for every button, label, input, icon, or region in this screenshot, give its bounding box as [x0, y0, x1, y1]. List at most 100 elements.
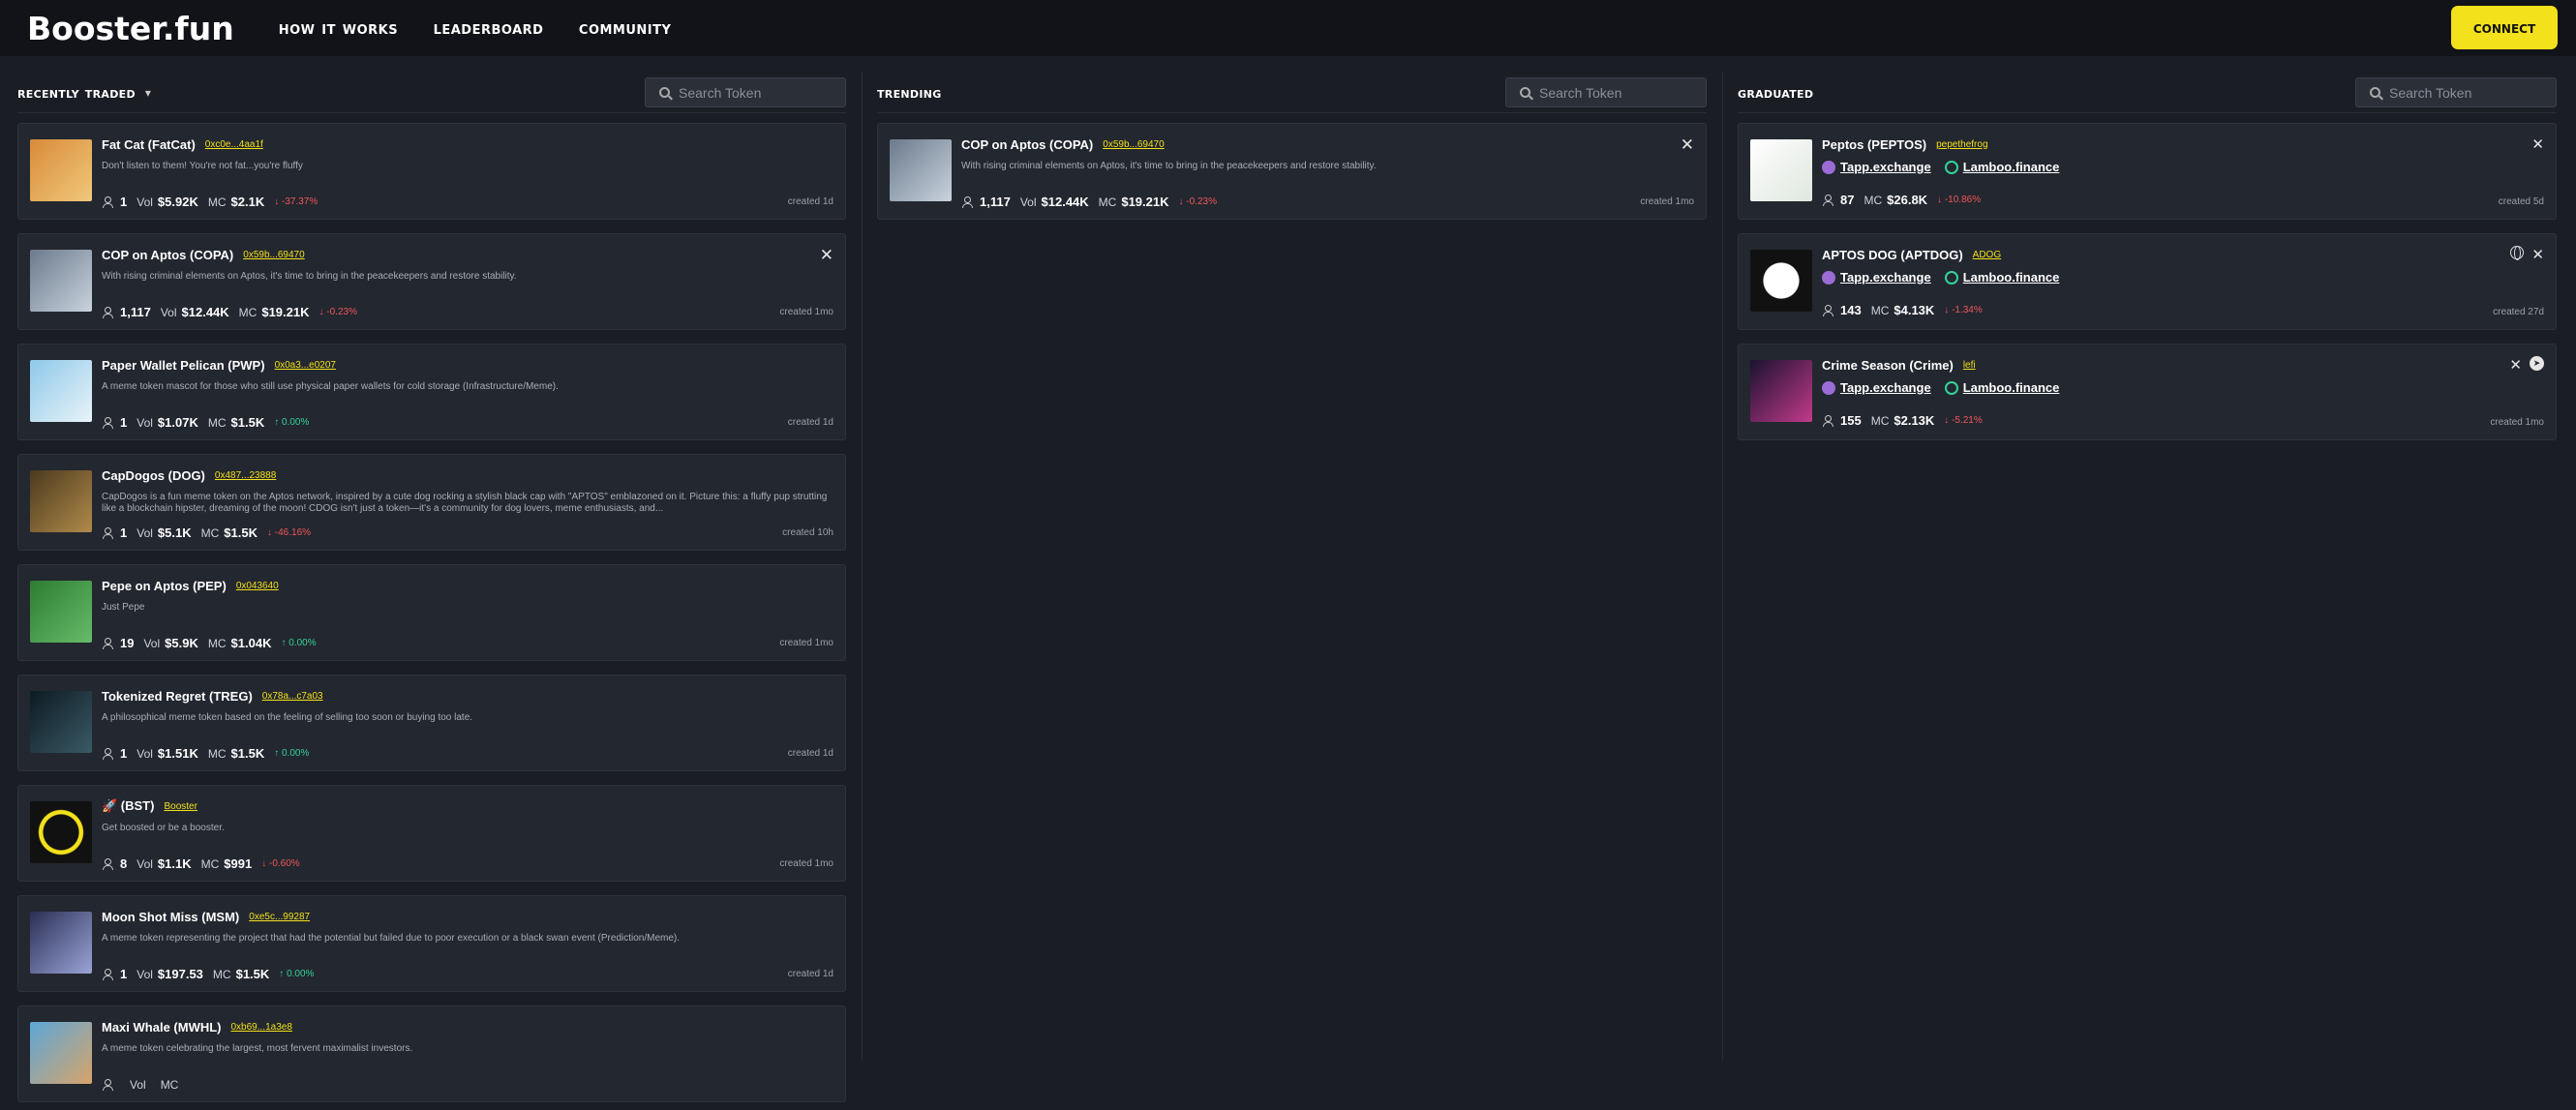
lamboo-finance-link[interactable]: Lamboo.finance — [1963, 380, 2060, 395]
search-input[interactable]: Search Token — [2355, 77, 2557, 107]
token-card[interactable]: Paper Wallet Pelican (PWP) 0x0a3...e0207 … — [17, 344, 846, 440]
token-name[interactable]: Crime Season (Crime) — [1822, 358, 1954, 373]
token-address-link[interactable]: Booster — [164, 801, 197, 812]
volume-value: $1.07K — [157, 415, 198, 430]
search-icon — [1520, 87, 1530, 98]
chevron-down-icon[interactable]: ▾ — [145, 86, 151, 100]
lamboo-finance-link[interactable]: Lamboo.finance — [1963, 160, 2060, 174]
search-icon — [659, 87, 670, 98]
mc-label: MC — [207, 415, 227, 430]
token-name[interactable]: Moon Shot Miss (MSM) — [102, 910, 239, 924]
tapp-exchange-link[interactable]: Tapp.exchange — [1840, 160, 1931, 174]
token-address-link[interactable]: pepethefrog — [1936, 139, 1987, 150]
recently-traded-title[interactable]: recently traded ▾ — [17, 83, 151, 102]
market-cap-value: $2.1K — [230, 195, 265, 209]
token-name[interactable]: Tokenized Regret (TREG) — [102, 689, 253, 704]
token-card[interactable]: APTOS DOG (APTDOG) ADOG Tapp.exchange Lam… — [1738, 233, 2557, 330]
x-twitter-icon[interactable]: ✕ — [2531, 246, 2544, 263]
token-name[interactable]: Fat Cat (FatCat) — [102, 137, 196, 152]
token-address-link[interactable]: 0x0a3...e0207 — [275, 360, 336, 371]
token-card[interactable]: Crime Season (Crime) lefi Tapp.exchange L… — [1738, 344, 2557, 440]
token-stats: 155 MC $2.13K ↓ -5.21% — [1822, 413, 1983, 428]
holders-icon — [102, 747, 113, 760]
token-card[interactable]: Moon Shot Miss (MSM) 0xe5c...99287 A meme… — [17, 895, 846, 992]
connect-button[interactable]: connect — [2451, 6, 2558, 49]
tapp-exchange-link[interactable]: Tapp.exchange — [1840, 380, 1931, 395]
token-description: A meme token mascot for those who still … — [102, 381, 559, 392]
token-info: Peptos (PEPTOS) pepethefrog Tapp.exchange… — [1822, 135, 2544, 174]
token-address-link[interactable]: 0x487...23888 — [215, 470, 276, 481]
token-address-link[interactable]: 0x043640 — [236, 581, 279, 591]
graduated-column: graduated Search Token Peptos (PEPTOS) pe… — [1738, 73, 2557, 454]
column-header: graduated Search Token — [1738, 73, 2557, 113]
mc-label: MC — [207, 746, 227, 761]
token-card[interactable]: COP on Aptos (COPA) 0x59b...69470 With ri… — [17, 233, 846, 330]
token-address-link[interactable]: 0xe5c...99287 — [249, 912, 310, 922]
market-cap-value: $1.5K — [235, 967, 270, 981]
tapp-exchange-icon — [1822, 160, 1835, 174]
holders-count: 1 — [120, 195, 128, 209]
holders-count: 1 — [120, 525, 128, 540]
x-twitter-icon[interactable]: ✕ — [2509, 356, 2522, 374]
token-name[interactable]: CapDogos (DOG) — [102, 468, 205, 483]
vol-label: Vol — [136, 415, 153, 430]
token-name[interactable]: Peptos (PEPTOS) — [1822, 137, 1926, 152]
search-input[interactable]: Search Token — [645, 77, 846, 107]
token-stats: 1,117 Vol $12.44K MC $19.21K ↓ -0.23% — [102, 305, 357, 319]
token-card[interactable]: Peptos (PEPTOS) pepethefrog Tapp.exchange… — [1738, 123, 2557, 220]
mc-label: MC — [160, 1078, 179, 1092]
token-name[interactable]: 🚀 (BST) — [102, 798, 154, 814]
nav-community[interactable]: community — [579, 18, 672, 39]
token-name[interactable]: APTOS DOG (APTDOG) — [1822, 248, 1963, 262]
token-image — [890, 139, 952, 201]
token-name[interactable]: Pepe on Aptos (PEP) — [102, 579, 227, 593]
token-description: A meme token celebrating the largest, mo… — [102, 1043, 413, 1054]
telegram-icon[interactable]: ➤ — [2530, 356, 2544, 371]
token-info: COP on Aptos (COPA) 0x59b...69470 With ri… — [102, 246, 833, 283]
price-change: ↑ 0.00% — [274, 417, 310, 428]
token-address-link[interactable]: 0xc0e...4aa1f — [205, 139, 263, 150]
volume-value: $197.53 — [157, 967, 203, 981]
token-name[interactable]: Paper Wallet Pelican (PWP) — [102, 358, 265, 373]
token-address-link[interactable]: 0xb69...1a3e8 — [231, 1022, 292, 1033]
token-card[interactable]: 🚀 (BST) Booster Get boosted or be a boost… — [17, 785, 846, 882]
booster-logo[interactable]: Booster.fun — [27, 10, 234, 47]
x-twitter-icon[interactable]: ✕ — [1681, 135, 1694, 155]
created-time: created 1mo — [779, 638, 833, 648]
price-change: ↓ -10.86% — [1937, 195, 1982, 205]
token-card[interactable]: Maxi Whale (MWHL) 0xb69...1a3e8 A meme to… — [17, 1005, 846, 1102]
token-stats: 1,117 Vol $12.44K MC $19.21K ↓ -0.23% — [961, 195, 1217, 209]
holders-count: 1 — [120, 415, 128, 430]
token-card[interactable]: CapDogos (DOG) 0x487...23888 CapDogos is … — [17, 454, 846, 551]
search-input[interactable]: Search Token — [1505, 77, 1707, 107]
token-info: Crime Season (Crime) lefi Tapp.exchange L… — [1822, 356, 2544, 395]
token-card[interactable]: Pepe on Aptos (PEP) 0x043640 Just Pepe 19… — [17, 564, 846, 661]
token-card[interactable]: COP on Aptos (COPA) 0x59b...69470 With ri… — [877, 123, 1707, 220]
token-card[interactable]: Fat Cat (FatCat) 0xc0e...4aa1f Don't list… — [17, 123, 846, 220]
token-address-link[interactable]: 0x59b...69470 — [1103, 139, 1164, 150]
x-twitter-icon[interactable]: ✕ — [2531, 135, 2544, 153]
token-info: CapDogos (DOG) 0x487...23888 CapDogos is … — [102, 466, 833, 515]
token-card[interactable]: Tokenized Regret (TREG) 0x78a...c7a03 A p… — [17, 675, 846, 771]
token-name[interactable]: COP on Aptos (COPA) — [102, 248, 233, 262]
tapp-exchange-link[interactable]: Tapp.exchange — [1840, 270, 1931, 285]
vol-label: Vol — [143, 636, 161, 650]
column-divider — [1722, 73, 1723, 1060]
lamboo-finance-link[interactable]: Lamboo.finance — [1963, 270, 2060, 285]
token-address-link[interactable]: ADOG — [1973, 250, 2001, 260]
x-twitter-icon[interactable]: ✕ — [820, 246, 833, 265]
token-address-link[interactable]: lefi — [1963, 360, 1976, 371]
token-name[interactable]: COP on Aptos (COPA) — [961, 137, 1093, 152]
token-stats: 87 MC $26.8K ↓ -10.86% — [1822, 193, 1981, 207]
token-address-link[interactable]: 0x78a...c7a03 — [262, 691, 323, 702]
token-name[interactable]: Maxi Whale (MWHL) — [102, 1020, 222, 1035]
token-address-link[interactable]: 0x59b...69470 — [243, 250, 304, 260]
nav-leaderboard[interactable]: leaderboard — [434, 18, 544, 39]
price-change: ↓ -1.34% — [1944, 305, 1983, 315]
globe-icon[interactable] — [2510, 246, 2525, 260]
market-cap-value: $1.04K — [230, 636, 272, 650]
vol-label: Vol — [136, 856, 153, 871]
token-info: APTOS DOG (APTDOG) ADOG Tapp.exchange Lam… — [1822, 246, 2544, 285]
token-description: Get boosted or be a booster. — [102, 823, 225, 833]
nav-how-it-works[interactable]: how it works — [279, 18, 398, 39]
